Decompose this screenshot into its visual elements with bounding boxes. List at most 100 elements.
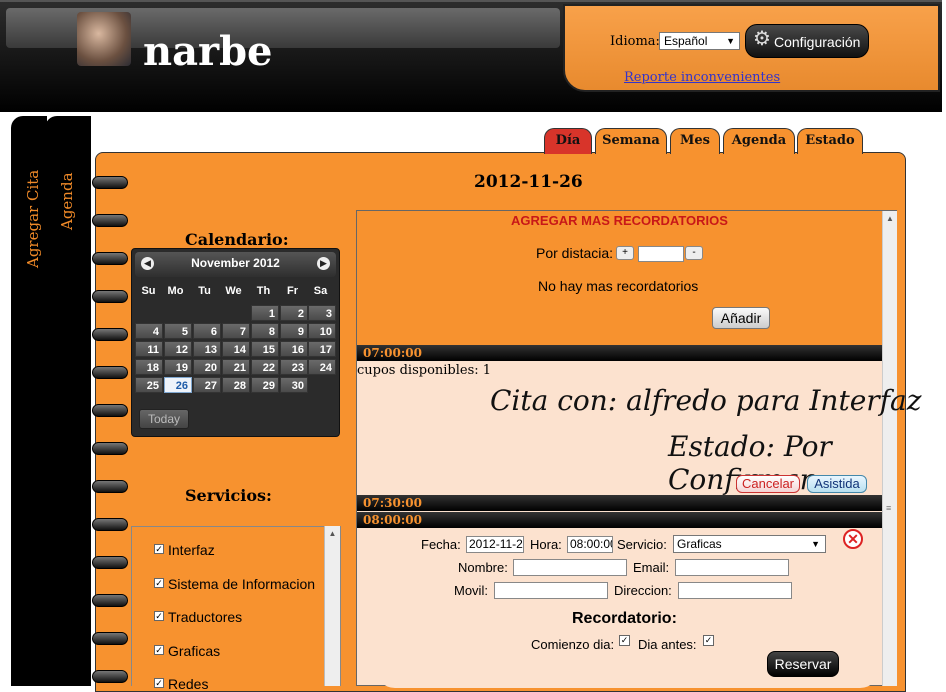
close-icon[interactable]: ✕ <box>843 529 863 549</box>
chevron-left-icon[interactable]: ◀ <box>141 257 154 270</box>
calendar-day[interactable]: 13 <box>193 341 221 357</box>
calendar-day[interactable]: 2 <box>280 305 308 321</box>
calendar-day[interactable]: 19 <box>164 359 192 375</box>
scroll-up-icon[interactable]: ▲ <box>325 529 340 538</box>
service-checkbox[interactable]: ✓ <box>154 645 164 655</box>
calendar-day[interactable]: 4 <box>135 323 163 339</box>
service-label: Sistema de Informacion <box>168 576 316 592</box>
email-input[interactable] <box>675 559 789 576</box>
service-item[interactable]: ✓ Graficas <box>154 643 220 659</box>
today-button[interactable]: Today <box>139 409 189 429</box>
calendar-day[interactable]: 21 <box>222 359 250 375</box>
calendar-day[interactable]: 5 <box>164 323 192 339</box>
nombre-input[interactable] <box>513 559 627 576</box>
calendar-day[interactable]: 27 <box>193 377 221 393</box>
cancel-button[interactable]: Cancelar <box>736 475 800 493</box>
time-slot-header: 07:30:00 <box>357 495 882 511</box>
servicio-label: Servicio: <box>617 537 667 552</box>
service-checkbox[interactable]: ✓ <box>154 678 164 688</box>
service-checkbox[interactable]: ✓ <box>154 611 164 621</box>
language-select[interactable]: Español ▼ <box>659 32 740 50</box>
weekday-label: Tu <box>198 285 211 297</box>
hora-input[interactable]: 08:00:00 <box>567 536 613 553</box>
tab-agenda[interactable]: Agenda <box>723 128 795 154</box>
calendar-day[interactable]: 3 <box>308 305 336 321</box>
calendar-day[interactable]: 23 <box>280 359 308 375</box>
tab-dia[interactable]: Día <box>544 128 592 154</box>
attended-button[interactable]: Asistida <box>807 475 867 493</box>
report-issues-link[interactable]: Reporte inconvenientes <box>624 70 780 85</box>
calendar-day[interactable]: 8 <box>251 323 279 339</box>
calendar-day[interactable]: 1 <box>251 305 279 321</box>
binder-ring <box>92 252 128 265</box>
binder-ring <box>92 366 128 379</box>
calendar-title: Calendario: <box>185 230 289 249</box>
calendar-day[interactable]: 9 <box>280 323 308 339</box>
appointment-text: Cita con: alfredo para Interfaz <box>490 384 922 417</box>
distance-label: Por distacia: <box>536 245 614 261</box>
calendar-day[interactable]: 12 <box>164 341 192 357</box>
direccion-input[interactable] <box>678 582 792 599</box>
distance-plus-button[interactable]: + <box>616 246 634 260</box>
fecha-input[interactable]: 2012-11-26 <box>466 536 524 553</box>
scroll-grip-icon[interactable]: ≡ <box>886 503 891 513</box>
service-item[interactable]: ✓ Redes <box>154 676 208 692</box>
calendar-day[interactable]: 15 <box>251 341 279 357</box>
weekday-label: We <box>225 285 242 297</box>
service-item[interactable]: ✓ Traductores <box>154 609 242 625</box>
distance-input[interactable] <box>638 246 684 262</box>
calendar-day[interactable]: 25 <box>135 377 163 393</box>
tab-semana[interactable]: Semana <box>595 128 667 154</box>
language-value: Español <box>664 34 708 48</box>
service-checkbox[interactable]: ✓ <box>154 578 164 588</box>
comienzo-dia-label: Comienzo dia: <box>531 637 615 652</box>
add-reminder-button[interactable]: Añadir <box>712 307 770 329</box>
weekday-label: Sa <box>313 285 328 297</box>
comienzo-dia-checkbox[interactable]: ✓ <box>619 635 630 646</box>
calendar-day[interactable]: 10 <box>308 323 336 339</box>
calendar-day[interactable]: 6 <box>193 323 221 339</box>
binder-ring <box>92 594 128 607</box>
service-checkbox[interactable]: ✓ <box>154 544 164 554</box>
time-slot-header: 08:00:00 <box>357 512 882 528</box>
services-scrollbar[interactable]: ▲ <box>324 526 340 686</box>
tab-mes[interactable]: Mes <box>670 128 720 154</box>
calendar-day[interactable]: 16 <box>280 341 308 357</box>
calendar-day[interactable]: 18 <box>135 359 163 375</box>
calendar-day[interactable]: 29 <box>251 377 279 393</box>
scroll-up-icon[interactable]: ▲ <box>883 214 897 223</box>
binder-ring <box>92 670 128 683</box>
reminder-title: Recordatorio: <box>572 610 677 627</box>
language-label: Idioma: <box>610 34 660 49</box>
distance-minus-button[interactable]: - <box>685 246 703 260</box>
service-label: Graficas <box>168 643 221 659</box>
calendar-day[interactable]: 24 <box>308 359 336 375</box>
tab-estado[interactable]: Estado <box>797 128 863 154</box>
user-name: narbe <box>143 28 273 75</box>
calendar-day[interactable]: 7 <box>222 323 250 339</box>
binder-ring <box>92 480 128 493</box>
service-item[interactable]: ✓ Sistema de Informacion <box>154 576 315 592</box>
calendar-day[interactable]: 11 <box>135 341 163 357</box>
services-title: Servicios: <box>185 486 272 505</box>
movil-input[interactable] <box>494 582 608 599</box>
calendar-day[interactable]: 28 <box>222 377 250 393</box>
reserve-button[interactable]: Reservar <box>767 651 839 677</box>
calendar-day[interactable]: 30 <box>280 377 308 393</box>
dia-antes-checkbox[interactable]: ✓ <box>703 635 714 646</box>
servicio-value: Graficas <box>677 537 722 551</box>
service-item[interactable]: ✓ Interfaz <box>154 542 215 558</box>
time-slot-header: 07:00:00 <box>357 345 882 361</box>
calendar-day[interactable]: 17 <box>308 341 336 357</box>
chevron-right-icon[interactable]: ▶ <box>317 257 330 270</box>
binder-ring <box>92 214 128 227</box>
calendar-day[interactable]: 26 <box>164 377 192 393</box>
available-slots-text: cupos disponibles: 1 <box>357 363 492 378</box>
calendar-day[interactable]: 20 <box>193 359 221 375</box>
servicio-select[interactable]: Graficas ▼ <box>673 535 826 553</box>
binder-ring <box>92 518 128 531</box>
calendar-day[interactable]: 22 <box>251 359 279 375</box>
binder-ring <box>92 442 128 455</box>
hora-label: Hora: <box>530 537 562 552</box>
calendar-day[interactable]: 14 <box>222 341 250 357</box>
